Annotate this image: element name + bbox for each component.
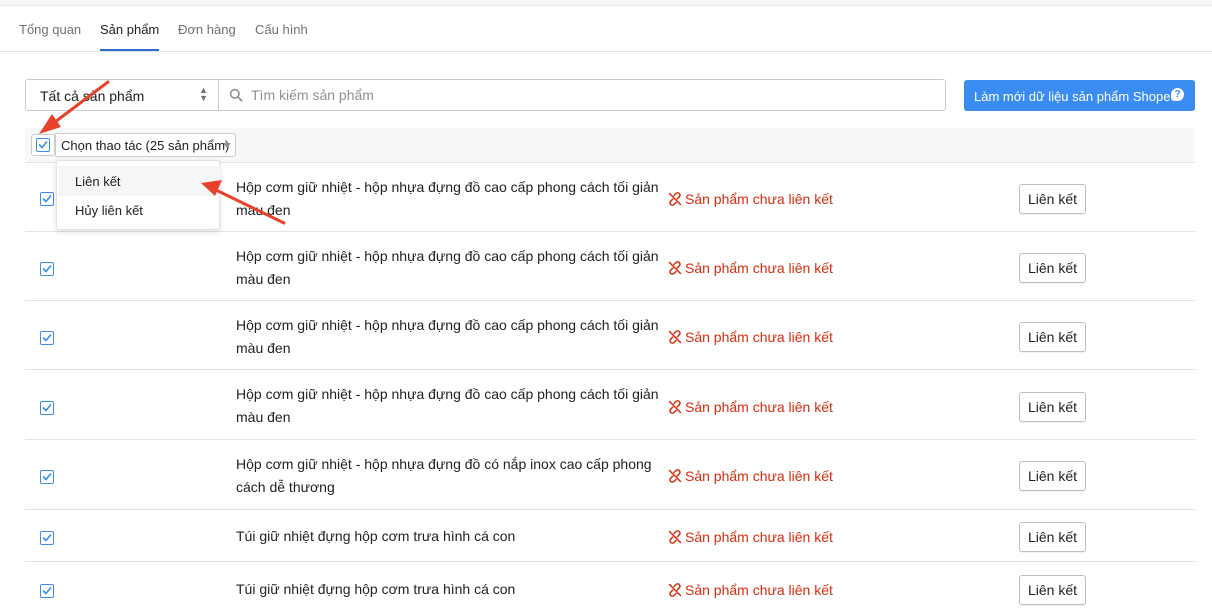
- checkbox-checked-icon: [36, 138, 50, 152]
- dropdown-item-label: Liên kết: [75, 174, 121, 189]
- row-checkbox[interactable]: [40, 470, 54, 484]
- bulk-action-label: Chọn thao tác (25 sản phẩm): [61, 138, 230, 153]
- table-row: Túi giữ nhiệt đựng hộp cơm trưa hình cá …: [25, 562, 1195, 616]
- tab-overview[interactable]: Tổng quan: [19, 22, 81, 37]
- link-status-text: Sản phẩm chưa liên kết: [685, 260, 833, 276]
- tab-bar: Tổng quan Sản phẩm Đơn hàng Cấu hình: [0, 6, 1212, 52]
- row-checkbox[interactable]: [40, 262, 54, 276]
- row-checkbox[interactable]: [40, 401, 54, 415]
- tab-orders[interactable]: Đơn hàng: [178, 22, 236, 37]
- broken-link-icon: [668, 469, 682, 483]
- bulk-action-dropdown: Liên kết Hủy liên kết: [56, 160, 220, 230]
- refresh-button-label: Làm mới dữ liệu sản phẩm Shopee: [974, 89, 1178, 104]
- broken-link-icon: [668, 583, 682, 597]
- table-row: Túi giữ nhiệt đựng hộp cơm trưa hình cá …: [25, 510, 1195, 562]
- bulk-action-bar: Chọn thao tác (25 sản phẩm): [25, 128, 1195, 163]
- link-button[interactable]: Liên kết: [1019, 253, 1086, 283]
- table-row: Hộp cơm giữ nhiệt - hộp nhựa đựng đồ cao…: [25, 301, 1195, 370]
- broken-link-icon: [668, 192, 682, 206]
- row-checkbox[interactable]: [40, 192, 54, 206]
- tab-settings[interactable]: Cấu hình: [255, 22, 308, 37]
- search-input[interactable]: [249, 80, 939, 110]
- dropdown-item-link[interactable]: Liên kết: [58, 166, 220, 196]
- product-name: Hộp cơm giữ nhiệt - hộp nhựa đựng đồ cao…: [236, 179, 659, 218]
- link-status-text: Sản phẩm chưa liên kết: [685, 468, 833, 484]
- link-button[interactable]: Liên kết: [1019, 522, 1086, 552]
- link-status-text: Sản phẩm chưa liên kết: [685, 529, 833, 545]
- row-checkbox[interactable]: [40, 531, 54, 545]
- tab-products[interactable]: Sản phẩm: [100, 22, 160, 51]
- link-status-text: Sản phẩm chưa liên kết: [685, 399, 833, 415]
- link-status-text: Sản phẩm chưa liên kết: [685, 582, 833, 598]
- product-filter-select[interactable]: Tất cả sản phẩm ▲ ▼: [25, 79, 219, 111]
- row-checkbox[interactable]: [40, 584, 54, 598]
- broken-link-icon: [668, 330, 682, 344]
- product-name: Hộp cơm giữ nhiệt - hộp nhựa đựng đồ có …: [236, 456, 652, 495]
- row-checkbox[interactable]: [40, 331, 54, 345]
- link-status-text: Sản phẩm chưa liên kết: [685, 329, 833, 345]
- broken-link-icon: [668, 530, 682, 544]
- dropdown-item-label: Hủy liên kết: [75, 203, 143, 218]
- link-button[interactable]: Liên kết: [1019, 575, 1086, 605]
- product-name: Hộp cơm giữ nhiệt - hộp nhựa đựng đồ cao…: [236, 317, 659, 356]
- table-row: Hộp cơm giữ nhiệt - hộp nhựa đựng đồ cao…: [25, 370, 1195, 440]
- refresh-shopee-products-button[interactable]: Làm mới dữ liệu sản phẩm Shopee ?: [964, 80, 1195, 111]
- link-status-text: Sản phẩm chưa liên kết: [685, 191, 833, 207]
- caret-down-icon: [223, 143, 231, 148]
- product-filter-value: Tất cả sản phẩm: [40, 88, 145, 104]
- select-arrows-icon: ▲ ▼: [199, 85, 208, 103]
- dropdown-item-unlink[interactable]: Hủy liên kết: [58, 195, 220, 225]
- broken-link-icon: [668, 400, 682, 414]
- product-name: Hộp cơm giữ nhiệt - hộp nhựa đựng đồ cao…: [236, 386, 659, 425]
- broken-link-icon: [668, 261, 682, 275]
- bulk-action-select[interactable]: Chọn thao tác (25 sản phẩm): [55, 133, 236, 157]
- table-row: Hộp cơm giữ nhiệt - hộp nhựa đựng đồ có …: [25, 440, 1195, 510]
- select-all-checkbox[interactable]: [31, 134, 55, 156]
- table-row: Hộp cơm giữ nhiệt - hộp nhựa đựng đồ cao…: [25, 232, 1195, 301]
- search-icon: [229, 88, 243, 102]
- link-button[interactable]: Liên kết: [1019, 184, 1086, 214]
- link-button[interactable]: Liên kết: [1019, 392, 1086, 422]
- product-name: Túi giữ nhiệt đựng hộp cơm trưa hình cá …: [236, 581, 516, 597]
- product-name: Hộp cơm giữ nhiệt - hộp nhựa đựng đồ cao…: [236, 248, 659, 287]
- link-button[interactable]: Liên kết: [1019, 461, 1086, 491]
- search-box: [218, 79, 946, 111]
- product-name: Túi giữ nhiệt đựng hộp cơm trưa hình cá …: [236, 528, 516, 544]
- link-button[interactable]: Liên kết: [1019, 322, 1086, 352]
- question-circle-icon[interactable]: ?: [1171, 88, 1184, 101]
